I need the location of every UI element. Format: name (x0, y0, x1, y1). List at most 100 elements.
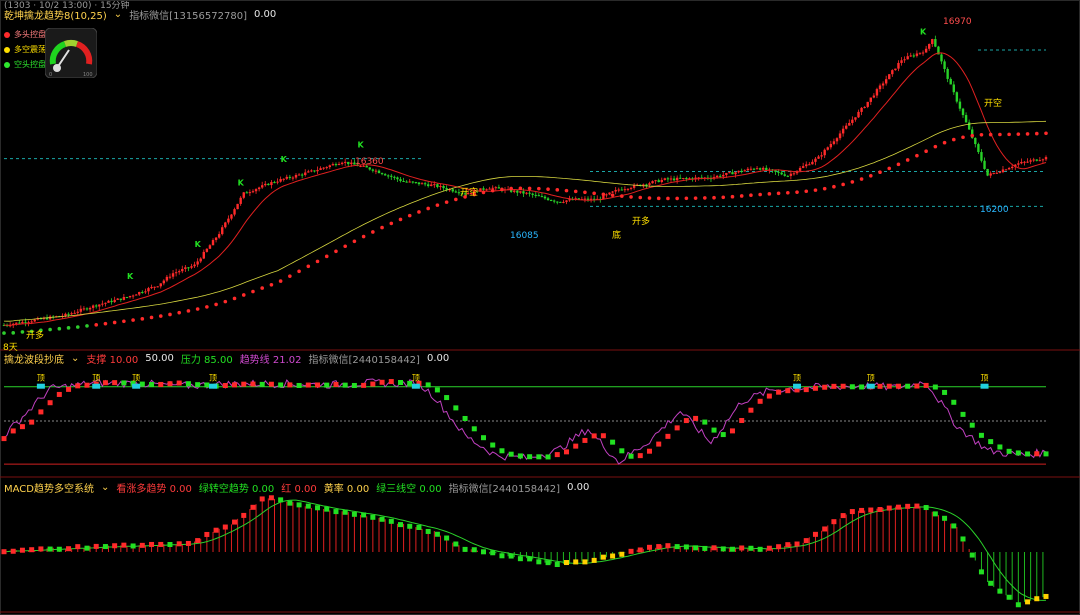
candle-body (912, 55, 916, 57)
band-block (416, 380, 422, 386)
candle-body (276, 181, 279, 183)
candle-body (679, 177, 682, 179)
candle-body (823, 149, 826, 156)
candle-body (27, 322, 30, 324)
legend-dot-icon (4, 61, 10, 68)
macd-block (674, 544, 680, 550)
band-block (444, 395, 450, 401)
macd-block (195, 538, 201, 544)
candle-body (967, 122, 971, 130)
sub1-title[interactable]: 擒龙波段抄底 (4, 351, 64, 366)
candle-body (371, 169, 375, 171)
macd-block (766, 545, 772, 551)
candle-body (792, 173, 796, 175)
candle-body (417, 182, 421, 185)
trend-dot (343, 244, 347, 249)
trend-dot (324, 254, 329, 259)
band-block (877, 383, 883, 389)
chevron-down-icon[interactable]: ⌄ (101, 482, 109, 493)
candle-body (617, 189, 620, 191)
candle-body (21, 321, 24, 324)
candle-body (989, 173, 992, 176)
signal-open-long: 开多 (26, 331, 45, 341)
candle-body (15, 322, 18, 324)
candle-body (568, 199, 571, 201)
macd-block (296, 502, 302, 508)
band-block (1034, 451, 1040, 457)
candle-body (660, 179, 663, 183)
candle-body (260, 185, 264, 188)
band-block (573, 443, 579, 449)
band-block (785, 388, 791, 394)
candle-body (725, 172, 728, 175)
band-block (600, 433, 606, 439)
candle-body (722, 174, 725, 177)
band-block (536, 454, 542, 460)
band-block (398, 380, 404, 386)
candle-body (64, 313, 67, 316)
band-block (361, 382, 367, 388)
ma-fast-line (3, 52, 1047, 326)
band-block (729, 428, 735, 434)
candle-body (1004, 169, 1008, 171)
candle-body (236, 203, 239, 210)
sub2-indicator-name: 指标微信[2440158442] (448, 484, 561, 495)
label-trough: 16085 (510, 231, 539, 241)
sub1-header: 擒龙波段抄底 ⌄ 支撑 10.00 50.00 压力 85.00 趋势线 21.… (4, 351, 449, 366)
macd-block (305, 503, 311, 509)
top-marker-label: 顶 (981, 374, 989, 383)
main-indicator-name: 指标微信[13156572780] (129, 11, 247, 22)
candle-body (85, 308, 89, 310)
trend-dot (315, 259, 320, 264)
candle-body (614, 189, 617, 192)
band-block (757, 398, 763, 404)
k-signal-marker: K (357, 141, 364, 150)
macd-block (1006, 594, 1012, 600)
candle-body (1044, 157, 1048, 160)
macd-block (840, 513, 846, 519)
k-signal-marker: K (281, 155, 288, 164)
band-block (545, 454, 551, 460)
trend-dot (1016, 132, 1021, 136)
candle-body (482, 188, 485, 190)
candle-body (654, 180, 657, 182)
band-block (259, 381, 265, 387)
main-title[interactable]: 乾坤擒龙趋势8(10,25) (4, 7, 107, 22)
band-block (960, 411, 966, 417)
macd-block (379, 516, 385, 522)
macd-block (877, 507, 883, 513)
macd-block (932, 511, 938, 517)
trend-dot (518, 186, 523, 191)
band-block (969, 422, 975, 428)
chevron-down-icon[interactable]: ⌄ (71, 353, 79, 364)
trend-dot (979, 132, 984, 137)
trend-dot (20, 330, 25, 334)
band-block (905, 383, 911, 389)
chevron-down-icon[interactable]: ⌄ (114, 9, 122, 20)
candle-body (718, 175, 722, 177)
trend-dot (2, 331, 6, 335)
signal-bottom: 底 (612, 231, 622, 241)
candle-body (497, 187, 501, 189)
band-block (434, 387, 440, 393)
top-marker-label: 顶 (209, 374, 217, 383)
band-block (130, 380, 136, 386)
band-block (315, 382, 321, 388)
band-block (868, 384, 874, 390)
top-marker-label: 顶 (37, 374, 45, 383)
band-block (554, 452, 560, 458)
candle-body (307, 171, 310, 173)
candle-body (851, 119, 854, 123)
band-block (849, 384, 855, 390)
band-block (351, 382, 357, 388)
candle-body (334, 164, 338, 166)
macd-block (969, 552, 975, 558)
candle-body (436, 184, 439, 188)
trend-dot (177, 310, 182, 315)
candle-body (857, 111, 860, 118)
candle-body (924, 48, 928, 53)
candle-body (67, 313, 70, 315)
candle-body (122, 297, 126, 300)
band-block (1, 436, 7, 442)
sub2-title[interactable]: MACD趋势多空系统 (4, 480, 94, 495)
